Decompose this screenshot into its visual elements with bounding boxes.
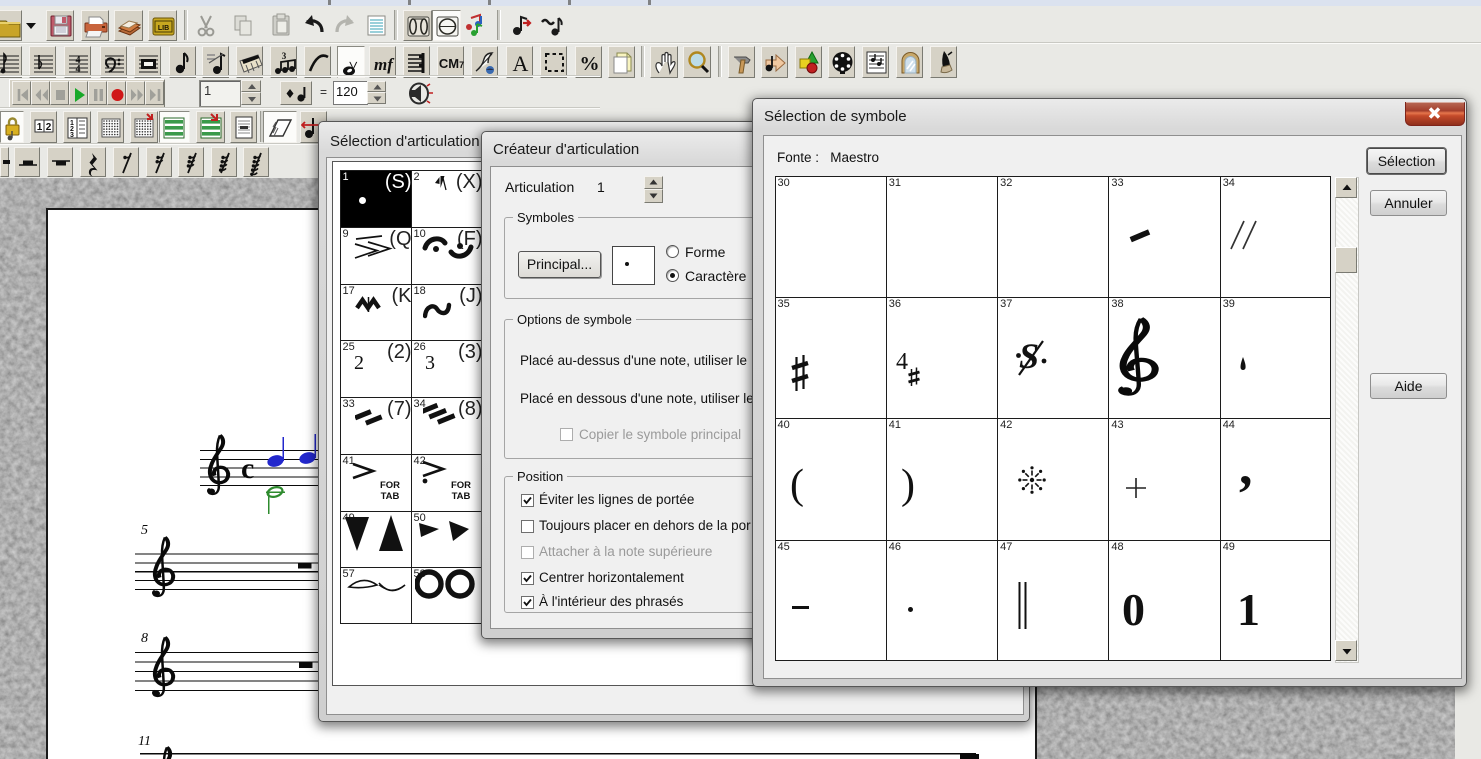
svg-text:2: 2 [46, 122, 52, 133]
svg-text:c: c [241, 452, 254, 485]
svg-text:3: 3 [282, 51, 287, 61]
svg-text:5: 5 [141, 523, 148, 538]
svg-text:LIB: LIB [158, 25, 169, 32]
svg-text:4: 4 [76, 64, 81, 75]
svg-text:A: A [512, 51, 528, 76]
svg-text:CM7: CM7 [439, 56, 464, 71]
svg-text:11: 11 [138, 734, 151, 749]
svg-text:8: 8 [141, 631, 148, 646]
svg-text:1: 1 [37, 122, 43, 133]
svg-text:%: % [579, 53, 599, 75]
svg-text:3: 3 [70, 132, 74, 139]
svg-text:mf: mf [374, 55, 395, 74]
